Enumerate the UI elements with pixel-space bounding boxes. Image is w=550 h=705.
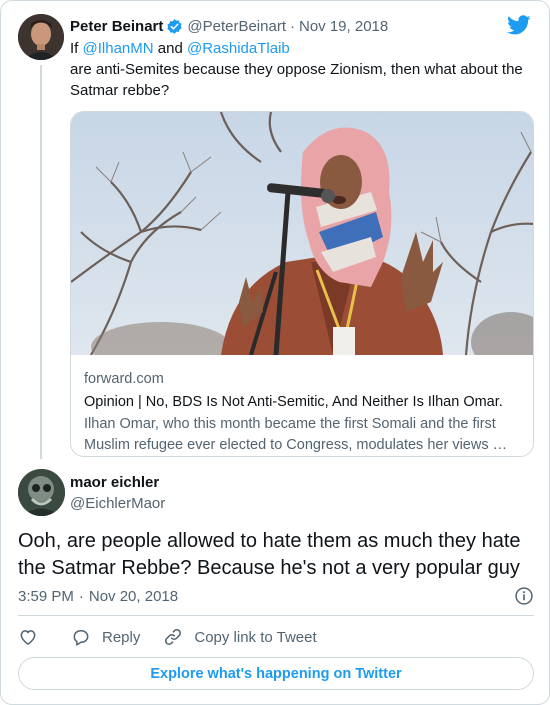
tweet-date[interactable]: Nov 20, 2018 [89, 588, 178, 605]
info-icon[interactable] [514, 586, 534, 606]
link-title: Opinion | No, BDS Is Not Anti-Semitic, A… [84, 394, 503, 410]
twitter-bird-icon[interactable] [507, 15, 531, 37]
parent-author-name[interactable]: Peter Beinart [70, 18, 163, 35]
header-separator: · [289, 17, 295, 35]
actions-divider [18, 615, 534, 616]
link-preview-image [71, 112, 533, 355]
tweet-actions-bar: Reply Copy link to Tweet [18, 626, 317, 648]
main-author-handle[interactable]: @EichlerMaor [70, 495, 165, 512]
timestamp-separator: · [78, 587, 84, 605]
text-and: and [153, 40, 187, 57]
parent-tweet-header: Peter Beinart @PeterBeinart · Nov 19, 20… [70, 16, 388, 36]
parent-author-avatar[interactable] [18, 14, 64, 60]
mention-ilhanmn-link[interactable]: @IlhanMN [83, 40, 154, 57]
link-preview-meta: forward.com Opinion | No, BDS Is Not Ant… [84, 369, 524, 456]
link-domain: forward.com [84, 371, 164, 387]
heart-icon [20, 630, 36, 645]
link-preview-card[interactable]: forward.com Opinion | No, BDS Is Not Ant… [70, 111, 534, 457]
reply-icon [73, 630, 89, 646]
thread-connector-line [40, 65, 42, 459]
copy-link-button[interactable]: Copy link to Tweet [163, 627, 317, 647]
tweet-timestamp[interactable]: 3:59 PM · Nov 20, 2018 [18, 586, 534, 606]
tweet-time[interactable]: 3:59 PM [18, 588, 74, 605]
explore-twitter-button[interactable]: Explore what's happening on Twitter [18, 657, 534, 690]
copy-link-label: Copy link to Tweet [194, 628, 317, 646]
main-author-avatar[interactable] [18, 469, 65, 516]
main-tweet-text: Ooh, are people allowed to hate them as … [18, 530, 521, 579]
parent-tweet-text: If @IlhanMN and @RashidaTlaib are anti-S… [70, 38, 530, 101]
link-description: Ilhan Omar, who this month became the fi… [84, 416, 508, 453]
verified-badge-icon [167, 18, 182, 34]
mention-rashidatlaib-link[interactable]: @RashidaTlaib [187, 40, 290, 57]
link-icon [165, 629, 182, 645]
text-prefix: If [70, 40, 83, 57]
tweet-embed-card: Peter Beinart @PeterBeinart · Nov 19, 20… [0, 0, 550, 705]
reply-label: Reply [102, 628, 141, 646]
reply-button[interactable]: Reply [71, 627, 140, 647]
parent-tweet-date[interactable]: Nov 19, 2018 [299, 18, 388, 35]
parent-text-body: are anti-Semites because they oppose Zio… [70, 61, 523, 99]
main-author-name[interactable]: maor eichler [70, 474, 159, 491]
parent-author-handle[interactable]: @PeterBeinart [187, 18, 286, 35]
like-button[interactable] [18, 627, 38, 647]
